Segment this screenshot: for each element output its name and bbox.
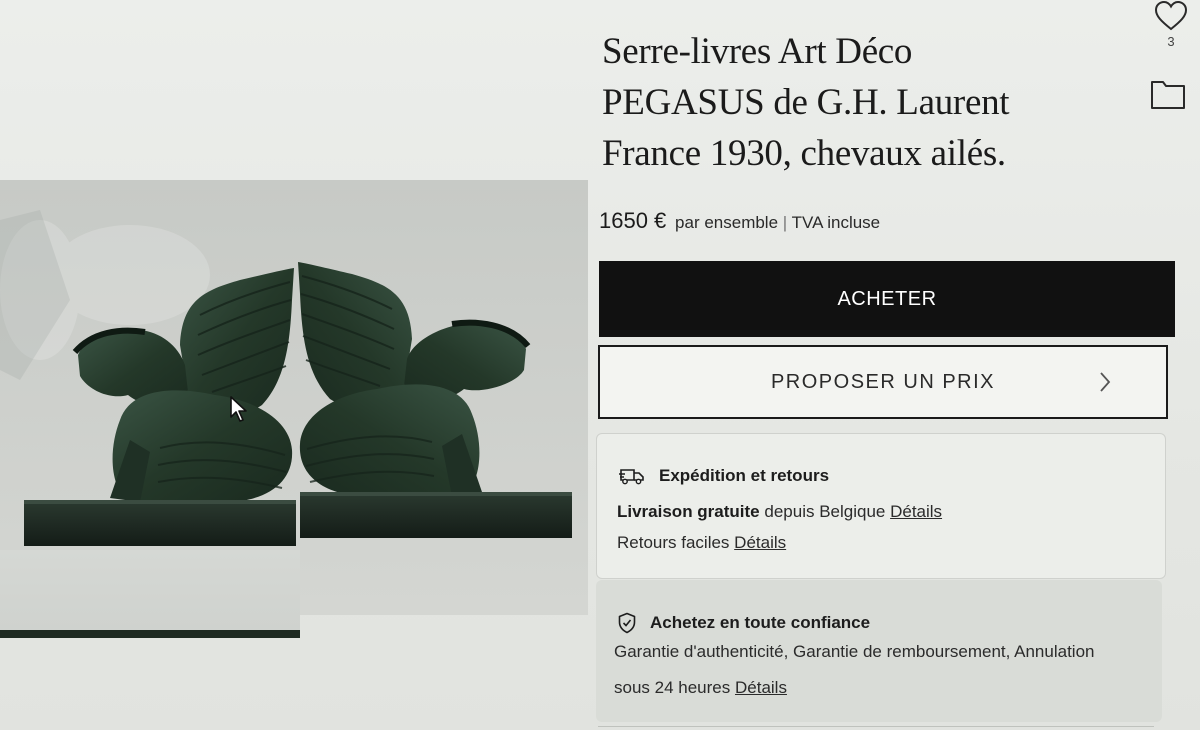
guarantees-line-1: Garantie d'authenticité, Garantie de rem… (614, 642, 1095, 661)
guarantees-details-link[interactable]: Détails (735, 678, 787, 697)
price-unit: par ensemble (675, 213, 779, 232)
image-shadow-strip (0, 550, 300, 638)
price-line: 1650 € par ensemble | TVA incluse (599, 208, 880, 234)
chevron-right-icon (1100, 372, 1111, 392)
shipping-heading-row: Expédition et retours (619, 466, 829, 486)
buy-button-label: ACHETER (837, 287, 937, 310)
title-line-2: PEGASUS de G.H. Laurent (602, 82, 1010, 123)
title-line-3: France 1930, chevaux ailés. (602, 133, 1006, 174)
price-amount: 1650 € (599, 208, 667, 233)
favorite-button[interactable]: 3 (1150, 0, 1192, 49)
make-offer-label: PROPOSER UN PRIX (770, 370, 996, 393)
returns-details-link[interactable]: Détails (734, 533, 786, 552)
truck-icon (619, 469, 644, 485)
product-page: Serre-livres Art Déco PEGASUS de G.H. La… (0, 0, 1200, 730)
buyer-protection-box: Achetez en toute confiance Garantie d'au… (596, 580, 1162, 722)
shipping-heading: Expédition et retours (659, 466, 830, 485)
shield-check-icon (618, 612, 636, 634)
delivery-details-link[interactable]: Détails (890, 502, 942, 521)
trust-heading-row: Achetez en toute confiance (618, 612, 870, 634)
guarantees-line-2: sous 24 heures Détails (614, 678, 787, 698)
free-delivery-bold: Livraison gratuite (617, 502, 760, 521)
free-delivery-origin: depuis Belgique (764, 502, 886, 521)
returns-text: Retours faciles (617, 533, 730, 552)
favorite-count: 3 (1167, 34, 1175, 49)
free-delivery-line: Livraison gratuite depuis Belgique Détai… (617, 502, 942, 522)
product-title: Serre-livres Art Déco PEGASUS de G.H. La… (602, 26, 1122, 179)
divider (598, 726, 1154, 727)
make-offer-button[interactable]: PROPOSER UN PRIX (598, 345, 1168, 419)
folder-icon[interactable] (1150, 78, 1186, 110)
trust-heading: Achetez en toute confiance (650, 613, 871, 632)
mouse-cursor-icon (230, 396, 247, 422)
cancellation-text: sous 24 heures (614, 678, 731, 697)
price-tax: TVA incluse (791, 213, 881, 232)
title-line-1: Serre-livres Art Déco (602, 31, 913, 72)
returns-line: Retours faciles Détails (617, 533, 786, 553)
shipping-returns-box: Expédition et retours Livraison gratuite… (596, 433, 1166, 579)
heart-icon (1154, 0, 1188, 31)
price-separator: | (782, 213, 788, 232)
buy-button[interactable]: ACHETER (599, 261, 1175, 337)
